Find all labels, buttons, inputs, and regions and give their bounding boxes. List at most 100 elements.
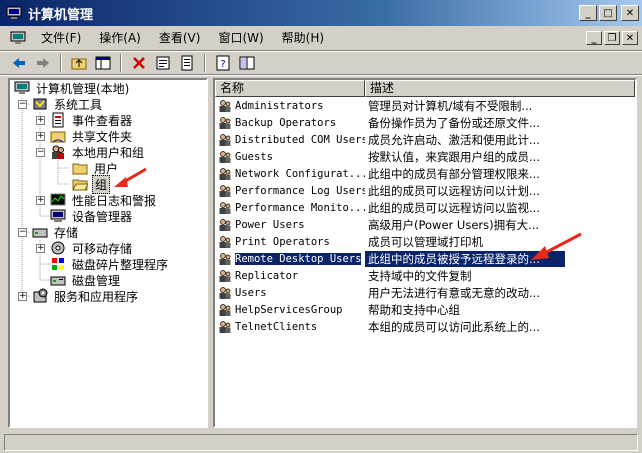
up-level-button[interactable] (68, 53, 90, 73)
tree-item-device-manager[interactable]: 设备管理器 (50, 208, 134, 224)
export-list-icon (181, 55, 193, 71)
show-hide-tree-button[interactable] (92, 53, 114, 73)
toolbar: ? (0, 52, 642, 74)
group-name-cell: Distributed COM Users (215, 133, 365, 147)
minimize-button[interactable]: _ (579, 5, 597, 21)
tree-item-disk-management[interactable]: 磁盘管理 (50, 272, 122, 288)
tree-pane-icon (95, 56, 111, 70)
group-icon (219, 235, 231, 248)
expand-toggle[interactable]: + (18, 292, 27, 301)
group-description: 此组的成员可以远程访问以监视... (368, 200, 540, 215)
tree-item-disk-defragmenter[interactable]: 磁盘碎片整理程序 (50, 256, 170, 272)
group-name: Distributed COM Users (235, 133, 365, 146)
export-list-button[interactable] (176, 53, 198, 73)
list-pane[interactable]: 名称 描述 Administrators 管理员对计算机/域有不受限制... Bac… (213, 78, 637, 428)
tree-item-services-apps[interactable]: 服务和应用程序 (32, 288, 140, 304)
close-button[interactable]: ✕ (621, 5, 639, 21)
group-row[interactable]: Administrators 管理员对计算机/域有不受限制... (215, 97, 635, 114)
group-description: 本组的成员可以访问此系统上的... (368, 319, 540, 334)
group-name: Print Operators (235, 235, 330, 248)
group-name: Guests (235, 150, 273, 163)
app-menu-icon[interactable] (10, 30, 26, 46)
status-bar (0, 432, 642, 453)
child-close-button[interactable]: ✕ (622, 31, 638, 45)
tree-pane[interactable]: 计算机管理(本地) − 系统工具 + 事件查看器 + 共享文件夹 − 本地用户和… (8, 78, 208, 428)
tree-item-root[interactable]: 计算机管理(本地) (14, 80, 131, 96)
tree-item-event-viewer[interactable]: 事件查看器 (50, 112, 134, 128)
group-row[interactable]: Distributed COM Users 成员允许启动、激活和使用此计... (215, 131, 635, 148)
group-name-cell: Print Operators (215, 235, 365, 249)
group-name: Backup Operators (235, 116, 337, 129)
column-header-description[interactable]: 描述 (365, 80, 635, 97)
menu-bar: 文件(F) 操作(A) 查看(V) 窗口(W) 帮助(H) _ ❐ ✕ (0, 26, 642, 50)
tree-label: 服务和应用程序 (54, 289, 139, 304)
group-description: 用户无法进行有意或无意的改动... (368, 285, 540, 300)
window-title: 计算机管理 (28, 7, 94, 23)
group-name: HelpServicesGroup (235, 303, 343, 316)
group-row[interactable]: TelnetClients 本组的成员可以访问此系统上的... (215, 318, 635, 335)
group-name: Power Users (235, 218, 305, 231)
group-icon (219, 133, 231, 146)
tree-label: 可移动存储 (72, 241, 133, 256)
group-name-cell: TelnetClients (215, 320, 365, 334)
users-groups-icon (52, 145, 64, 159)
properties-icon (156, 56, 170, 70)
tree-item-storage[interactable]: 存储 (32, 224, 80, 240)
group-icon (219, 201, 231, 214)
group-name-cell: Users (215, 286, 365, 300)
console-view-button[interactable] (236, 53, 258, 73)
tree-label: 事件查看器 (72, 113, 133, 128)
computer-management-icon (14, 81, 30, 94)
group-icon (219, 218, 231, 231)
tree-label: 磁盘碎片整理程序 (72, 257, 169, 272)
tree-label: 系统工具 (54, 97, 103, 112)
child-restore-button[interactable]: ❐ (604, 31, 620, 45)
expand-toggle[interactable]: + (36, 196, 45, 205)
tree-item-removable-storage[interactable]: 可移动存储 (50, 240, 134, 256)
help-button[interactable]: ? (212, 53, 234, 73)
tree-item-local-users-groups[interactable]: 本地用户和组 (50, 144, 146, 160)
expand-toggle[interactable]: + (36, 116, 45, 125)
delete-button[interactable] (128, 53, 150, 73)
group-row[interactable]: HelpServicesGroup 帮助和支持中心组 (215, 301, 635, 318)
tree-item-groups[interactable]: 组 (72, 174, 111, 194)
menu-window[interactable]: 窗口(W) (209, 28, 272, 48)
collapse-toggle[interactable]: − (18, 100, 27, 109)
group-row[interactable]: Performance Log Users 此组的成员可以远程访问以计划... (215, 182, 635, 199)
back-button[interactable] (8, 53, 30, 73)
column-headers: 名称 描述 (215, 80, 635, 97)
menu-action[interactable]: 操作(A) (90, 28, 150, 48)
group-description: 支持域中的文件复制 (368, 268, 472, 283)
column-header-name[interactable]: 名称 (215, 80, 365, 97)
group-row[interactable]: Network Configurat... 此组中的成员有部分管理权限来... (215, 165, 635, 182)
tree-item-shared-folders[interactable]: 共享文件夹 (50, 128, 134, 144)
group-description: 高级用户(Power Users)拥有大... (368, 217, 540, 232)
group-icon (219, 116, 231, 129)
group-row[interactable]: Users 用户无法进行有意或无意的改动... (215, 284, 635, 301)
maximize-button[interactable]: □ (599, 5, 617, 21)
menu-help[interactable]: 帮助(H) (273, 28, 333, 48)
expand-toggle[interactable]: + (36, 244, 45, 253)
toolbar-separator (120, 54, 122, 72)
menu-view[interactable]: 查看(V) (150, 28, 210, 48)
forward-button[interactable] (32, 53, 54, 73)
collapse-toggle[interactable]: − (36, 148, 45, 157)
toolbar-separator-line (0, 74, 642, 76)
menu-file[interactable]: 文件(F) (32, 28, 90, 48)
collapse-toggle[interactable]: − (18, 228, 27, 237)
properties-button[interactable] (152, 53, 174, 73)
group-description: 按默认值，来宾跟用户组的成员... (368, 149, 540, 164)
annotation-arrow (531, 232, 582, 260)
tree-label: 设备管理器 (72, 209, 133, 224)
child-minimize-button[interactable]: _ (586, 31, 602, 45)
expand-toggle[interactable]: + (36, 132, 45, 141)
group-row[interactable]: Guests 按默认值，来宾跟用户组的成员... (215, 148, 635, 165)
group-row[interactable]: Backup Operators 备份操作员为了备份或还原文件... (215, 114, 635, 131)
tree-label: 计算机管理(本地) (36, 81, 130, 96)
title-bar[interactable]: 计算机管理 _ □ ✕ (0, 0, 642, 26)
group-name-cell: HelpServicesGroup (215, 303, 365, 317)
system-tools-icon (33, 98, 47, 110)
defrag-icon (52, 258, 64, 270)
group-row[interactable]: Performance Monito... 此组的成员可以远程访问以监视... (215, 199, 635, 216)
tree-item-system-tools[interactable]: 系统工具 (32, 96, 104, 112)
